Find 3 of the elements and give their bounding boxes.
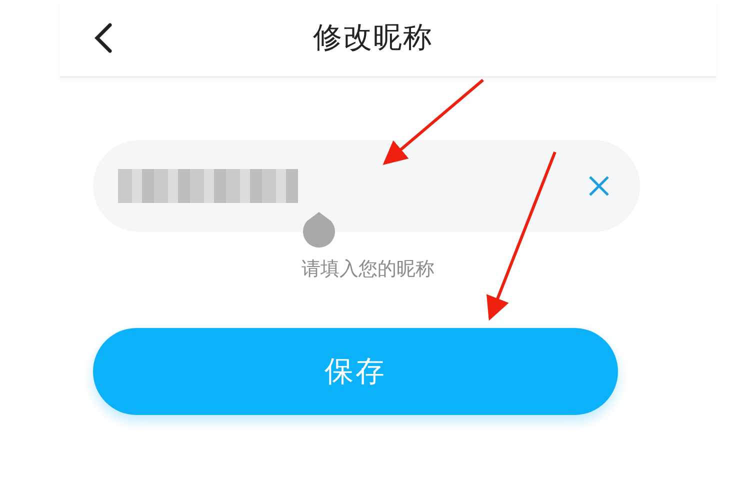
field-hint: 请填入您的昵称 [302,257,434,282]
save-button[interactable]: 保存 [93,328,618,415]
page-title: 修改昵称 [313,19,433,56]
